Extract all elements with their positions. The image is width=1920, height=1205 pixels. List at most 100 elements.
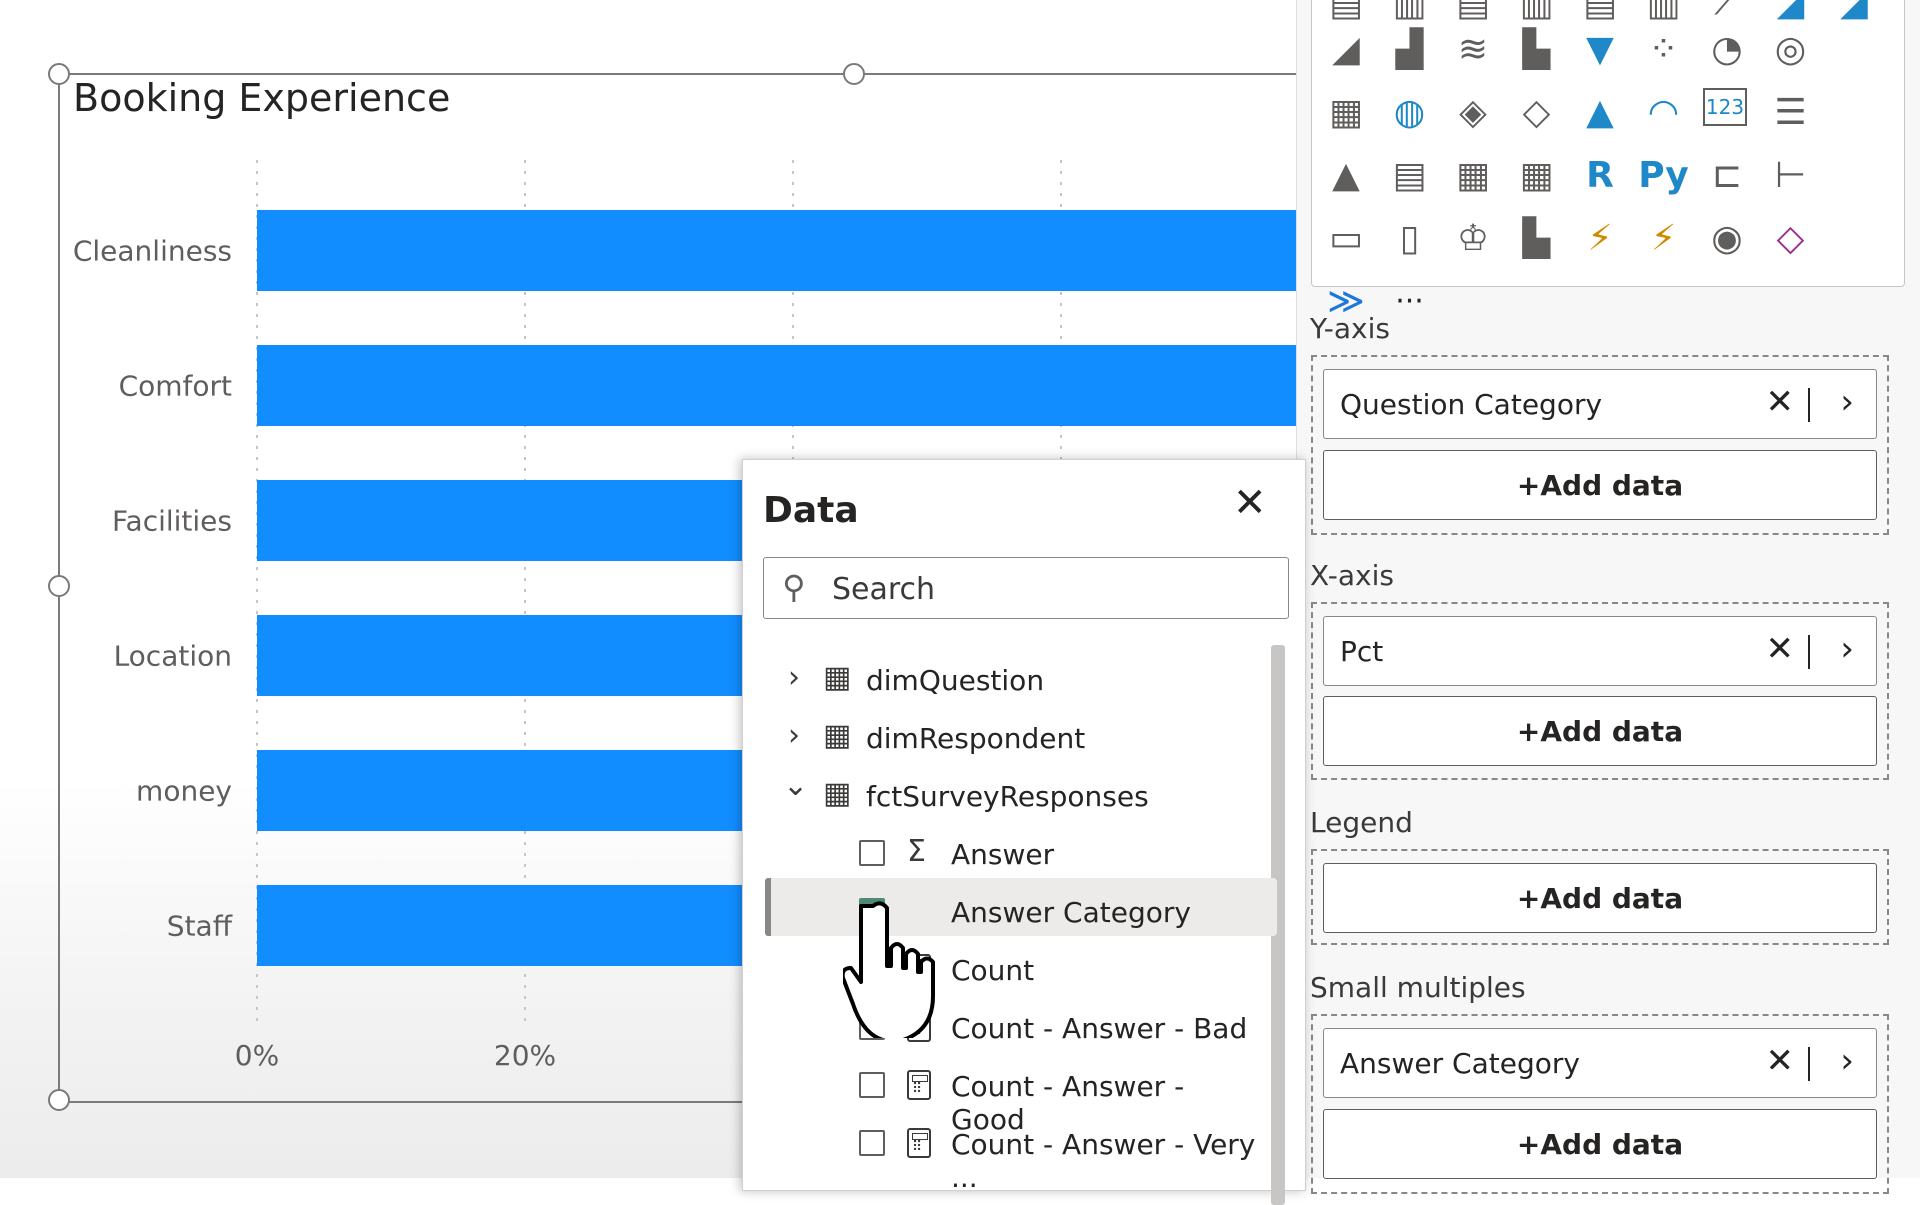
resize-handle-bottom-left[interactable] xyxy=(48,1089,70,1111)
pill-separator xyxy=(1808,635,1810,669)
small-multiples-well[interactable]: Answer Category ✕ › +Add data xyxy=(1311,1014,1889,1194)
100-column-icon[interactable]: ▥ xyxy=(1640,0,1688,27)
field-checkbox[interactable] xyxy=(859,1130,885,1156)
resize-handle-top-center[interactable] xyxy=(843,63,865,85)
pie-icon[interactable]: ◔ xyxy=(1703,25,1751,73)
field-item-answer[interactable]: Σ Answer xyxy=(743,830,1263,880)
stacked-bar-icon[interactable]: ▤ xyxy=(1322,0,1370,27)
field-checkbox[interactable] xyxy=(859,1072,885,1098)
power-automate-icon[interactable]: ⚡ xyxy=(1640,214,1688,262)
y-axis-well-label: Y-axis xyxy=(1310,312,1390,345)
small-multiples-field-pill[interactable]: Answer Category ✕ › xyxy=(1323,1028,1877,1098)
power-apps-icon[interactable]: ⚡ xyxy=(1576,214,1624,262)
stacked-column-icon[interactable]: ▥ xyxy=(1386,0,1434,27)
area-chart-icon[interactable]: ◢ xyxy=(1767,0,1815,27)
line-stacked-column-icon[interactable]: ◢ xyxy=(1322,25,1370,73)
map-icon[interactable]: ◍ xyxy=(1386,88,1434,136)
x-axis-well[interactable]: Pct ✕ › +Add data xyxy=(1311,602,1889,780)
slicer-icon[interactable]: ▤ xyxy=(1386,151,1434,199)
100-bar-icon[interactable]: ▤ xyxy=(1576,0,1624,27)
matrix-icon[interactable]: ▦ xyxy=(1513,151,1561,199)
table-icon: ▦ xyxy=(823,718,852,753)
goals-icon[interactable]: ♔ xyxy=(1449,214,1497,262)
table-icon: ▦ xyxy=(823,660,852,695)
qa-icon[interactable]: ▭ xyxy=(1322,214,1370,262)
table-icon[interactable]: ▦ xyxy=(1449,151,1497,199)
table-name: dimRespondent xyxy=(866,722,1086,755)
power-apps-diamond-icon[interactable]: ◇ xyxy=(1767,214,1815,262)
table-item-dimrespondent[interactable]: › ▦ dimRespondent xyxy=(743,714,1263,764)
table-name: fctSurveyResponses xyxy=(866,780,1149,813)
donut-icon[interactable]: ◎ xyxy=(1767,25,1815,73)
field-name: Answer Category xyxy=(951,896,1191,929)
chevron-right-icon[interactable]: › xyxy=(788,660,800,695)
card-icon[interactable]: 123 xyxy=(1703,88,1747,126)
ribbon-chart-icon[interactable]: ≋ xyxy=(1449,25,1497,73)
chart-title: Booking Experience xyxy=(73,76,451,120)
x-axis-add-data-button[interactable]: +Add data xyxy=(1323,696,1877,766)
python-visual-icon[interactable]: Py xyxy=(1638,151,1689,199)
treemap-icon[interactable]: ▦ xyxy=(1322,88,1370,136)
chevron-right-icon[interactable]: › xyxy=(1840,1041,1854,1081)
filled-map-icon[interactable]: ◈ xyxy=(1449,88,1497,136)
y-axis-well[interactable]: Question Category ✕ › +Add data xyxy=(1311,355,1889,535)
stacked-area-icon[interactable]: ◢ xyxy=(1830,0,1878,27)
search-icon: ⚲ xyxy=(782,568,806,606)
field-item-count[interactable]: Count xyxy=(743,946,1263,996)
legend-add-data-button[interactable]: +Add data xyxy=(1323,863,1877,933)
clustered-column-icon[interactable]: ▥ xyxy=(1513,0,1561,27)
resize-handle-top-left[interactable] xyxy=(48,63,70,85)
visualizations-pane: ▤ ▥ ▤ ▥ ▤ ▥ ⟋ ◢ ◢ ◢ ▟ ≋ ▙ ▼ ⁘ ◔ ◎ ▦ ◍ ◈ ◇ ▲ ◠ 123 ☰ ▲ ▤ ▦ ▦ R Py ⊏ ⊢ ▭ ▯ ♔ ▙… xyxy=(1296,0,1920,1194)
chevron-right-icon[interactable]: › xyxy=(1840,382,1854,422)
decomposition-tree-icon[interactable]: ⊢ xyxy=(1767,151,1815,199)
table-item-fctsurveyresponses[interactable]: ⌄ ▦ fctSurveyResponses xyxy=(743,768,1263,822)
chevron-right-icon[interactable]: › xyxy=(1840,629,1854,669)
line-clustered-column-icon[interactable]: ▟ xyxy=(1386,25,1434,73)
remove-field-icon[interactable]: ✕ xyxy=(1766,382,1795,422)
x-axis-field-name: Pct xyxy=(1340,635,1384,668)
table-icon: ▦ xyxy=(823,776,852,811)
line-chart-icon[interactable]: ⟋ xyxy=(1703,0,1751,27)
gauge-icon[interactable]: ◠ xyxy=(1640,88,1688,136)
resize-handle-middle-left[interactable] xyxy=(48,575,70,597)
paginated-report-icon[interactable]: ▙ xyxy=(1513,214,1561,262)
waterfall-icon[interactable]: ▙ xyxy=(1513,25,1561,73)
field-name: Count - Answer - Bad xyxy=(951,1012,1248,1045)
more-visuals-icon[interactable]: ··· xyxy=(1386,277,1434,325)
x-axis-field-pill[interactable]: Pct ✕ › xyxy=(1323,616,1877,686)
legend-well-label: Legend xyxy=(1310,806,1413,839)
r-visual-icon[interactable]: R xyxy=(1576,151,1624,199)
remove-field-icon[interactable]: ✕ xyxy=(1766,629,1795,669)
field-checkbox[interactable] xyxy=(859,840,885,866)
search-input[interactable]: ⚲ Search xyxy=(763,557,1289,619)
field-item-count-answer-bad[interactable]: Count - Answer - Bad xyxy=(743,1004,1263,1054)
pill-separator xyxy=(1808,1047,1810,1081)
kpi-icon[interactable]: ▲ xyxy=(1322,151,1370,199)
key-influencers-icon[interactable]: ⊏ xyxy=(1703,151,1751,199)
pill-separator xyxy=(1808,388,1810,422)
arcgis-icon[interactable]: ◉ xyxy=(1703,214,1751,262)
table-item-dimquestion[interactable]: › ▦ dimQuestion xyxy=(743,656,1263,706)
chevron-down-icon[interactable]: ⌄ xyxy=(783,768,808,803)
search-placeholder: Search xyxy=(832,572,936,607)
data-pane-title: Data xyxy=(763,490,859,531)
field-name: Count xyxy=(951,954,1035,987)
close-icon[interactable]: ✕ xyxy=(1233,480,1267,526)
legend-well[interactable]: +Add data xyxy=(1311,849,1889,945)
x-axis-well-label: X-axis xyxy=(1310,559,1394,592)
chevron-right-icon[interactable]: › xyxy=(788,718,800,753)
y-axis-add-data-button[interactable]: +Add data xyxy=(1323,450,1877,520)
field-item-answer-category[interactable]: Answer Category xyxy=(743,888,1263,938)
azure-map-icon[interactable]: ▲ xyxy=(1576,88,1624,136)
scatter-icon[interactable]: ⁘ xyxy=(1640,25,1688,73)
narrative-icon[interactable]: ▯ xyxy=(1386,214,1434,262)
shape-map-icon[interactable]: ◇ xyxy=(1513,88,1561,136)
field-item-count-answer-very[interactable]: Count - Answer - Very ... xyxy=(743,1120,1263,1194)
y-axis-field-pill[interactable]: Question Category ✕ › xyxy=(1323,369,1877,439)
field-item-count-answer-good[interactable]: Count - Answer - Good xyxy=(743,1062,1263,1136)
small-multiples-add-data-button[interactable]: +Add data xyxy=(1323,1109,1877,1179)
remove-field-icon[interactable]: ✕ xyxy=(1766,1041,1795,1081)
multi-row-card-icon[interactable]: ☰ xyxy=(1767,88,1815,136)
funnel-icon[interactable]: ▼ xyxy=(1576,25,1624,73)
clustered-bar-icon[interactable]: ▤ xyxy=(1449,0,1497,27)
